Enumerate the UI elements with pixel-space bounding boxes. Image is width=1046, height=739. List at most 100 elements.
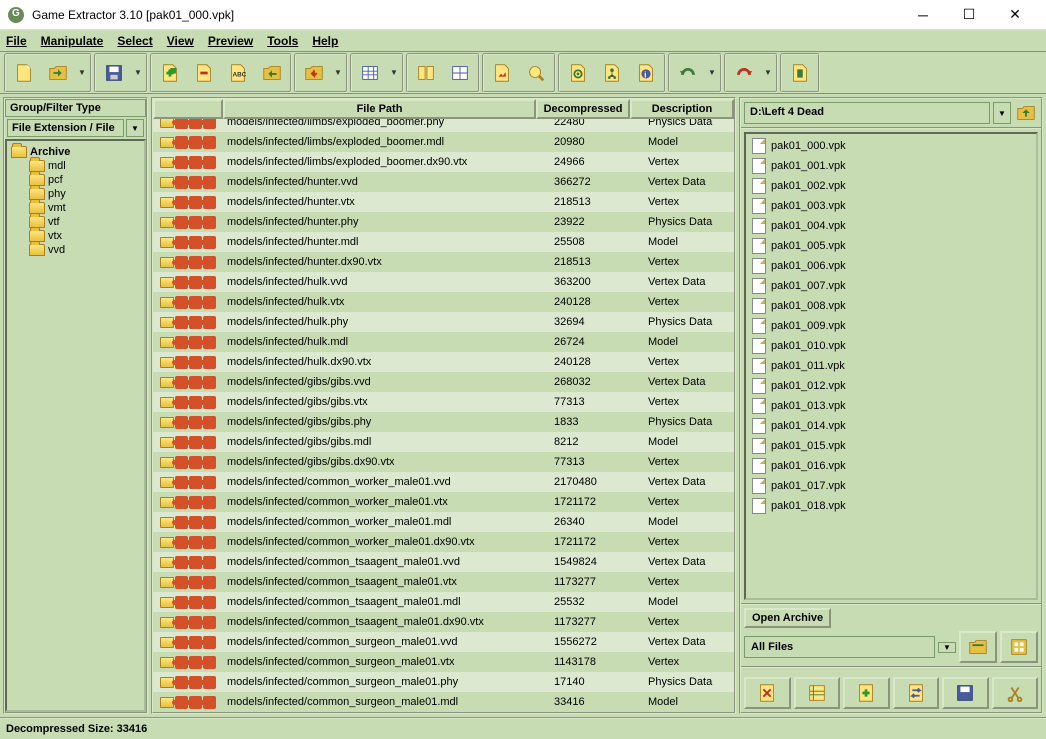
table-row[interactable]: models/infected/limbs/exploded_boomer.md…: [153, 132, 734, 152]
table-row[interactable]: models/infected/hulk.vvd363200Vertex Dat…: [153, 272, 734, 292]
table-row[interactable]: models/infected/gibs/gibs.vvd268032Verte…: [153, 372, 734, 392]
file-filter-select[interactable]: All Files: [744, 636, 935, 658]
remove-file-button[interactable]: [188, 57, 220, 89]
undo-arrow-button[interactable]: [672, 57, 704, 89]
menu-manipulate[interactable]: Manipulate: [41, 34, 104, 48]
toolbar-dropdown-icon[interactable]: ▼: [706, 57, 718, 89]
table-row[interactable]: models/infected/common_worker_male01.vtx…: [153, 492, 734, 512]
file-item[interactable]: pak01_009.vpk: [748, 316, 1034, 336]
toolbar-dropdown-icon[interactable]: ▼: [76, 57, 88, 89]
file-item[interactable]: pak01_015.vpk: [748, 436, 1034, 456]
toolbar-dropdown-icon[interactable]: ▼: [332, 57, 344, 89]
table-row[interactable]: models/infected/gibs/gibs.vtx77313Vertex: [153, 392, 734, 412]
file-item[interactable]: pak01_003.vpk: [748, 196, 1034, 216]
file-item[interactable]: pak01_017.vpk: [748, 476, 1034, 496]
column-header-path[interactable]: File Path: [223, 99, 536, 119]
extract-folder-button[interactable]: [298, 57, 330, 89]
table-row[interactable]: models/infected/common_tsaagent_male01.d…: [153, 612, 734, 632]
paste-file-button[interactable]: [784, 57, 816, 89]
split-view-button[interactable]: [410, 57, 442, 89]
table-row[interactable]: models/infected/common_tsaagent_male01.v…: [153, 572, 734, 592]
open-folder-button[interactable]: [42, 57, 74, 89]
table-row[interactable]: models/infected/common_worker_male01.mdl…: [153, 512, 734, 532]
replace-file-button[interactable]: [256, 57, 288, 89]
table-row[interactable]: models/infected/common_worker_male01.vvd…: [153, 472, 734, 492]
table-row[interactable]: models/infected/gibs/gibs.dx90.vtx77313V…: [153, 452, 734, 472]
table-row[interactable]: models/infected/gibs/gibs.phy1833Physics…: [153, 412, 734, 432]
table-row[interactable]: models/infected/hulk.phy32694Physics Dat…: [153, 312, 734, 332]
table-row[interactable]: models/infected/hulk.dx90.vtx240128Verte…: [153, 352, 734, 372]
file-item[interactable]: pak01_007.vpk: [748, 276, 1034, 296]
table-row[interactable]: models/infected/common_worker_male01.dx9…: [153, 532, 734, 552]
open-folder-button[interactable]: [959, 631, 997, 663]
directory-up-button[interactable]: [1014, 102, 1038, 124]
directory-path-dropdown-icon[interactable]: ▼: [993, 102, 1011, 124]
file-browser[interactable]: pak01_000.vpkpak01_001.vpkpak01_002.vpkp…: [744, 132, 1038, 600]
redo-arrow-button[interactable]: [728, 57, 760, 89]
file-item[interactable]: pak01_012.vpk: [748, 376, 1034, 396]
column-header-decompressed[interactable]: Decompressed: [536, 99, 630, 119]
rename-abc-button[interactable]: ABC: [222, 57, 254, 89]
file-item[interactable]: pak01_016.vpk: [748, 456, 1034, 476]
magnify-button[interactable]: [520, 57, 552, 89]
grid-view-button[interactable]: [444, 57, 476, 89]
table-view-button[interactable]: [354, 57, 386, 89]
hex-icon-button[interactable]: [794, 677, 841, 709]
table-row[interactable]: models/infected/common_surgeon_male01.ph…: [153, 672, 734, 692]
menu-select[interactable]: Select: [117, 34, 152, 48]
maximize-button[interactable]: ☐: [946, 0, 992, 30]
table-row[interactable]: models/infected/common_surgeon_male01.vt…: [153, 652, 734, 672]
table-row[interactable]: models/infected/hunter.dx90.vtx218513Ver…: [153, 252, 734, 272]
file-item[interactable]: pak01_006.vpk: [748, 256, 1034, 276]
toolbar-dropdown-icon[interactable]: ▼: [388, 57, 400, 89]
gear-folder-button[interactable]: [562, 57, 594, 89]
menu-tools[interactable]: Tools: [267, 34, 298, 48]
info-folder-button[interactable]: i: [630, 57, 662, 89]
table-row[interactable]: models/infected/hunter.phy23922Physics D…: [153, 212, 734, 232]
column-header-description[interactable]: Description: [630, 99, 734, 119]
file-item[interactable]: pak01_011.vpk: [748, 356, 1034, 376]
file-item[interactable]: pak01_001.vpk: [748, 156, 1034, 176]
add-icon-button[interactable]: [843, 677, 890, 709]
edit-icon-button[interactable]: [744, 677, 791, 709]
toolbar-dropdown-icon[interactable]: ▼: [762, 57, 774, 89]
filter-type-dropdown-icon[interactable]: ▼: [126, 119, 144, 137]
file-item[interactable]: pak01_000.vpk: [748, 136, 1034, 156]
file-item[interactable]: pak01_013.vpk: [748, 396, 1034, 416]
table-row[interactable]: models/infected/gibs/gibs.mdl8212Model: [153, 432, 734, 452]
menu-file[interactable]: File: [6, 34, 27, 48]
table-row[interactable]: models/infected/hunter.vvd366272Vertex D…: [153, 172, 734, 192]
table-row[interactable]: models/infected/common_tsaagent_male01.v…: [153, 552, 734, 572]
tree-item-vvd[interactable]: vvd: [11, 243, 140, 257]
file-item[interactable]: pak01_005.vpk: [748, 236, 1034, 256]
menu-preview[interactable]: Preview: [208, 34, 253, 48]
table-row[interactable]: models/infected/common_surgeon_male01.vv…: [153, 632, 734, 652]
table-row[interactable]: models/infected/hunter.mdl25508Model: [153, 232, 734, 252]
file-item[interactable]: pak01_014.vpk: [748, 416, 1034, 436]
new-file-button[interactable]: [8, 57, 40, 89]
filter-type-select[interactable]: File Extension / File: [7, 119, 124, 137]
menu-help[interactable]: Help: [312, 34, 338, 48]
table-row[interactable]: models/infected/limbs/exploded_boomer.ph…: [153, 119, 734, 132]
file-item[interactable]: pak01_008.vpk: [748, 296, 1034, 316]
menu-view[interactable]: View: [167, 34, 194, 48]
directory-path-input[interactable]: D:\Left 4 Dead: [744, 102, 990, 124]
table-row[interactable]: models/infected/hulk.vtx240128Vertex: [153, 292, 734, 312]
add-file-button[interactable]: [154, 57, 186, 89]
column-header-icons[interactable]: [153, 99, 223, 119]
image-edit-button[interactable]: [486, 57, 518, 89]
file-filter-dropdown-icon[interactable]: ▼: [938, 642, 956, 653]
cut-icon-button[interactable]: [992, 677, 1039, 709]
toolbar-dropdown-icon[interactable]: ▼: [132, 57, 144, 89]
file-item[interactable]: pak01_018.vpk: [748, 496, 1034, 516]
file-item[interactable]: pak01_002.vpk: [748, 176, 1034, 196]
open-archive-tab[interactable]: Open Archive: [744, 608, 831, 628]
open-scanner-button[interactable]: [1000, 631, 1038, 663]
swap-icon-button[interactable]: [893, 677, 940, 709]
tree-folder-button[interactable]: [596, 57, 628, 89]
file-item[interactable]: pak01_010.vpk: [748, 336, 1034, 356]
table-row[interactable]: models/infected/common_tsaagent_male01.m…: [153, 592, 734, 612]
table-body[interactable]: models/infected/limbs/exploded_boomer.ph…: [153, 119, 734, 712]
table-row[interactable]: models/infected/hunter.vtx218513Vertex: [153, 192, 734, 212]
table-row[interactable]: models/infected/limbs/exploded_boomer.dx…: [153, 152, 734, 172]
